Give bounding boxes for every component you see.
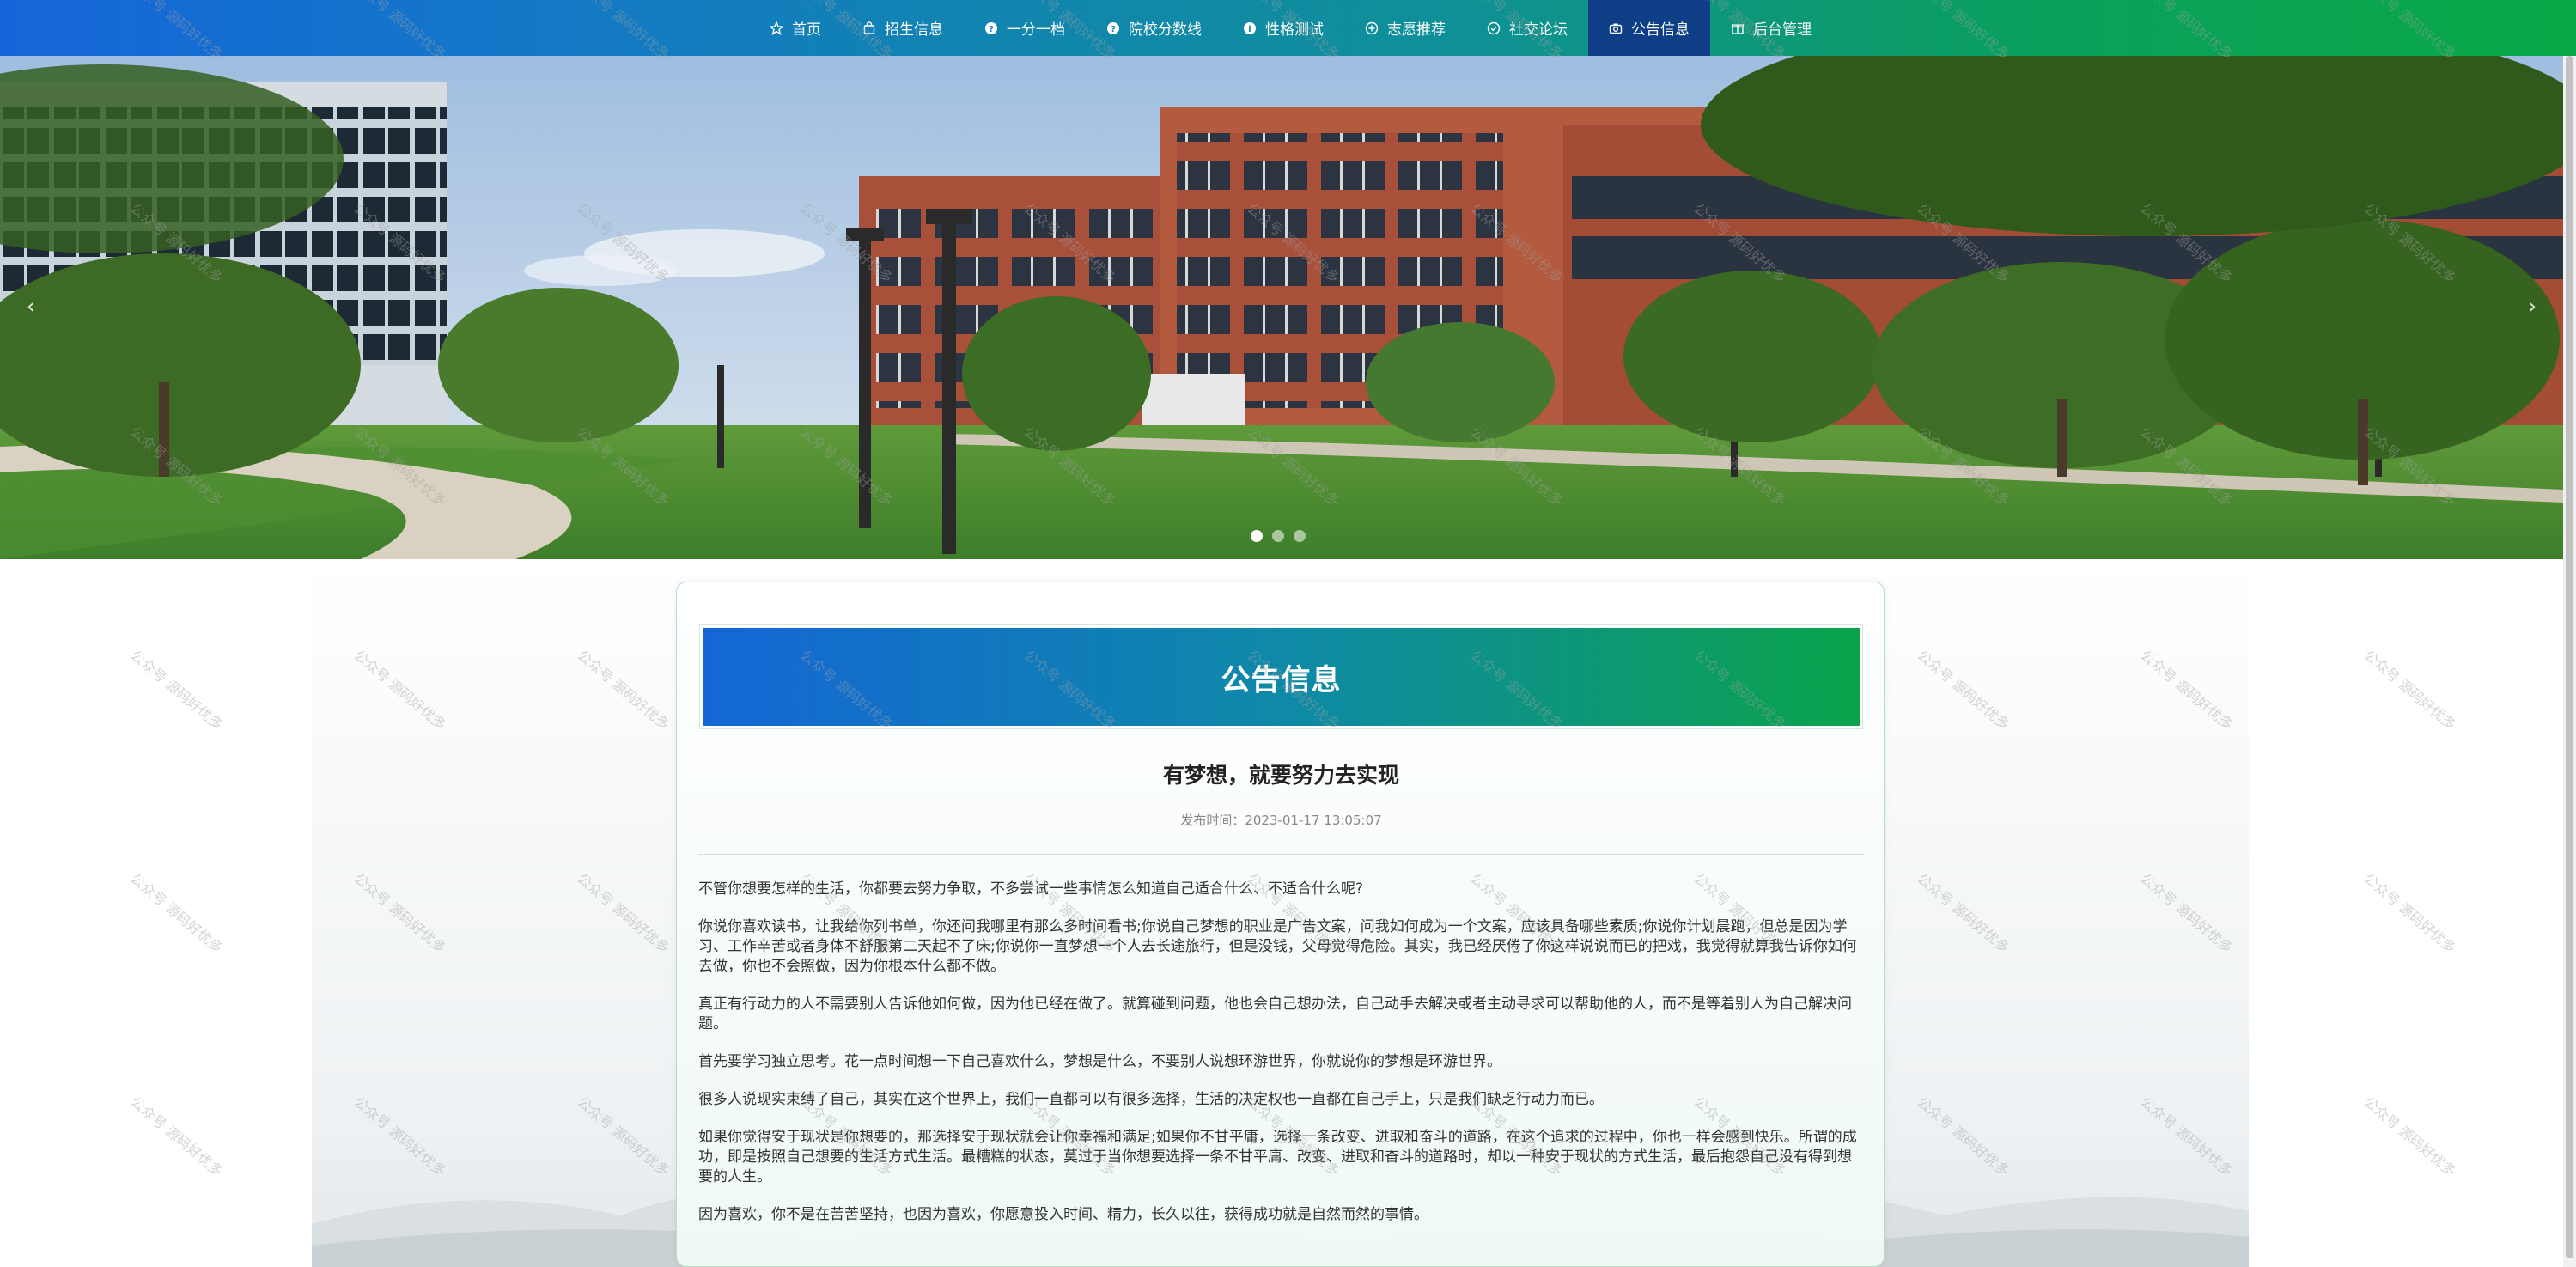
page-title: 公告信息 bbox=[1221, 662, 1342, 697]
article-meta: 发布时间：2023-01-17 13:05:07 bbox=[677, 811, 1885, 829]
article-paragraph: 你说你喜欢读书，让我给你列书单，你还问我哪里有那么多时间看书;你说自己梦想的职业… bbox=[698, 918, 1857, 975]
carousel-dot[interactable] bbox=[1251, 530, 1263, 542]
plus-circle-icon bbox=[1365, 21, 1379, 35]
carousel-indicators bbox=[1251, 530, 1306, 542]
article-paragraph: 因为喜欢，你不是在苦苦坚持，也因为喜欢，你愿意投入时间、精力，长久以往，获得成功… bbox=[698, 1206, 1428, 1223]
nav-label: 志愿推荐 bbox=[1387, 21, 1446, 39]
nav-item-school-scores[interactable]: ? 院校分数线 bbox=[1086, 0, 1222, 56]
page-scrollbar[interactable] bbox=[2563, 56, 2576, 1267]
nav-label: 性格测试 bbox=[1265, 21, 1324, 39]
nav-item-recommendation[interactable]: 志愿推荐 bbox=[1344, 0, 1466, 56]
article-body: 不管你想要怎样的生活，你都要去努力争取，不多尝试一些事情怎么知道自己适合什么、不… bbox=[698, 880, 1864, 1243]
watermark-text: 公众号 源码好优多 bbox=[127, 1093, 226, 1180]
check-circle-icon bbox=[1487, 21, 1501, 35]
scrollbar-thumb[interactable] bbox=[2566, 56, 2573, 1258]
nav-item-forum[interactable]: 社交论坛 bbox=[1466, 0, 1588, 56]
nav-menu: 首页 招生信息 ? 一分一档 ? 院校分数线 i 性格测试 志愿推荐 社交论坛 … bbox=[749, 0, 1832, 56]
svg-text:?: ? bbox=[1111, 25, 1116, 34]
bag-icon bbox=[862, 21, 876, 35]
question-circle-icon: ? bbox=[1106, 21, 1120, 35]
carousel-dot[interactable] bbox=[1294, 530, 1306, 542]
nav-item-admissions[interactable]: 招生信息 bbox=[842, 0, 964, 56]
svg-text:?: ? bbox=[989, 25, 994, 34]
carousel-dot[interactable] bbox=[1272, 530, 1284, 542]
nav-item-announcements[interactable]: 公告信息 bbox=[1588, 0, 1710, 56]
nav-label: 招生信息 bbox=[885, 21, 943, 39]
article-paragraph: 不管你想要怎样的生活，你都要去努力争取，不多尝试一些事情怎么知道自己适合什么、不… bbox=[698, 880, 1364, 898]
gift-icon bbox=[1731, 21, 1745, 35]
article-paragraph: 真正有行动力的人不需要别人告诉他如何做，因为他已经在做了。就算碰到问题，他也会自… bbox=[698, 996, 1852, 1032]
announcement-card: 公告信息 有梦想，就要努力去实现 发布时间：2023-01-17 13:05:0… bbox=[676, 582, 1885, 1267]
article-paragraph: 首先要学习独立思考。花一点时间想一下自己喜欢什么，梦想是什么，不要别人说想环游世… bbox=[698, 1053, 1501, 1070]
question-circle-icon: ? bbox=[984, 21, 998, 35]
nav-label: 社交论坛 bbox=[1509, 21, 1568, 39]
nav-label: 公告信息 bbox=[1631, 21, 1690, 39]
publish-time-label: 发布时间： bbox=[1180, 813, 1245, 828]
nav-label: 首页 bbox=[792, 21, 821, 39]
nav-item-admin[interactable]: 后台管理 bbox=[1710, 0, 1832, 56]
nav-item-home[interactable]: 首页 bbox=[749, 0, 842, 56]
page-header-banner: 公告信息 bbox=[700, 625, 1862, 728]
carousel-next-arrow[interactable]: › bbox=[2515, 289, 2549, 324]
article-paragraph: 如果你觉得安于现状是你想要的，那选择安于现状就会让你幸福和满足;如果你不甘平庸，… bbox=[698, 1129, 1857, 1185]
watermark-text: 公众号 源码好优多 bbox=[2360, 1093, 2459, 1180]
nav-label: 后台管理 bbox=[1753, 21, 1812, 39]
article-paragraph: 很多人说现实束缚了自己，其实在这个世界上，我们一直都可以有很多选择，生活的决定权… bbox=[698, 1091, 1604, 1108]
watermark-text: 公众号 源码好优多 bbox=[127, 870, 226, 957]
top-navbar: 首页 招生信息 ? 一分一档 ? 院校分数线 i 性格测试 志愿推荐 社交论坛 … bbox=[0, 0, 2576, 56]
nav-label: 院校分数线 bbox=[1129, 21, 1202, 39]
nav-item-personality-test[interactable]: i 性格测试 bbox=[1222, 0, 1344, 56]
info-circle-icon: i bbox=[1243, 21, 1257, 35]
watermark-text: 公众号 源码好优多 bbox=[127, 647, 226, 734]
svg-text:i: i bbox=[1248, 25, 1251, 34]
star-icon bbox=[770, 21, 783, 35]
campus-banner-image bbox=[0, 56, 2563, 559]
nav-label: 一分一档 bbox=[1007, 21, 1065, 39]
watermark-text: 公众号 源码好优多 bbox=[2360, 647, 2459, 734]
divider bbox=[698, 854, 1864, 855]
publish-time: 2023-01-17 13:05:07 bbox=[1245, 813, 1382, 828]
camera-icon bbox=[1609, 21, 1623, 35]
watermark-text: 公众号 源码好优多 bbox=[2360, 870, 2459, 957]
nav-item-score-rank[interactable]: ? 一分一档 bbox=[964, 0, 1086, 56]
carousel-prev-arrow[interactable]: ‹ bbox=[14, 289, 48, 324]
hero-carousel: ‹ › bbox=[0, 56, 2563, 559]
article-title: 有梦想，就要努力去实现 bbox=[1162, 763, 1399, 788]
